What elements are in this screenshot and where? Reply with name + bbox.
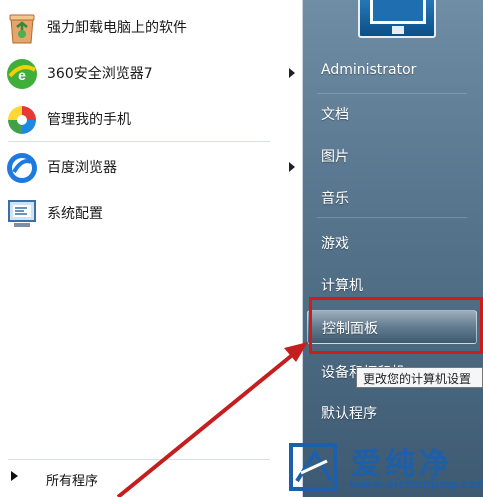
place-label: Administrator bbox=[321, 62, 417, 78]
place-label: 文档 bbox=[321, 107, 349, 123]
system-config-icon bbox=[8, 200, 36, 227]
phone-manager-icon bbox=[8, 106, 36, 134]
uninstall-bin-icon bbox=[9, 14, 35, 44]
program-label: 360安全浏览器7 bbox=[47, 66, 153, 82]
monitor-stand bbox=[392, 26, 404, 34]
highlight-annotation-box bbox=[309, 297, 483, 354]
place-music[interactable]: 音乐 bbox=[303, 180, 483, 214]
divider bbox=[8, 459, 270, 460]
place-label: 计算机 bbox=[321, 278, 363, 294]
program-system-config[interactable]: 系统配置 bbox=[0, 190, 303, 236]
all-programs-button[interactable]: 所有程序 bbox=[0, 462, 303, 497]
submenu-arrow-icon[interactable] bbox=[289, 68, 295, 78]
program-phone-manager[interactable]: 管理我的手机 bbox=[0, 96, 303, 142]
place-computer[interactable]: 计算机 bbox=[303, 267, 483, 301]
place-documents[interactable]: 文档 bbox=[303, 96, 483, 130]
divider bbox=[317, 217, 467, 218]
program-label: 强力卸载电脑上的软件 bbox=[47, 20, 187, 36]
place-label: 默认程序 bbox=[321, 406, 377, 422]
baidu-browser-icon bbox=[7, 153, 37, 183]
place-label: 游戏 bbox=[321, 236, 349, 252]
divider bbox=[317, 93, 467, 94]
place-label: 图片 bbox=[321, 149, 349, 165]
program-label: 管理我的手机 bbox=[47, 112, 131, 128]
watermark-url: www.aichunjing.com bbox=[349, 477, 483, 491]
place-games[interactable]: 游戏 bbox=[303, 225, 483, 259]
expand-arrow-icon bbox=[11, 471, 18, 481]
all-programs-label: 所有程序 bbox=[46, 474, 99, 489]
monitor-screen bbox=[370, 0, 426, 24]
control-panel-tooltip: 更改您的计算机设置 bbox=[356, 367, 483, 388]
place-administrator[interactable]: Administrator bbox=[303, 54, 483, 88]
start-menu-programs-pane: 强力卸载电脑上的软件 e 360安全浏览器7 管理我的手机 百度浏览器 系统配置… bbox=[0, 0, 303, 497]
program-uninstall[interactable]: 强力卸载电脑上的软件 bbox=[0, 4, 303, 50]
submenu-arrow-icon[interactable] bbox=[289, 162, 295, 172]
program-label: 系统配置 bbox=[47, 206, 103, 222]
360-browser-icon: e bbox=[7, 59, 37, 89]
monitor-user-picture-icon[interactable] bbox=[358, 0, 436, 38]
aichunjing-logo-icon bbox=[289, 443, 337, 491]
program-baidu-browser[interactable]: 百度浏览器 bbox=[0, 144, 303, 190]
svg-text:e: e bbox=[18, 67, 26, 83]
place-pictures[interactable]: 图片 bbox=[303, 138, 483, 172]
start-menu-places-pane: Administrator 文档 图片 音乐 游戏 计算机 控制面板 设备和打印… bbox=[303, 0, 483, 497]
place-label: 音乐 bbox=[321, 191, 349, 207]
watermark: 爱纯净 www.aichunjing.com bbox=[283, 435, 483, 497]
place-default-programs[interactable]: 默认程序 bbox=[303, 395, 483, 429]
divider bbox=[8, 141, 270, 142]
program-label: 百度浏览器 bbox=[47, 160, 117, 176]
program-360-browser[interactable]: e 360安全浏览器7 bbox=[0, 50, 303, 96]
